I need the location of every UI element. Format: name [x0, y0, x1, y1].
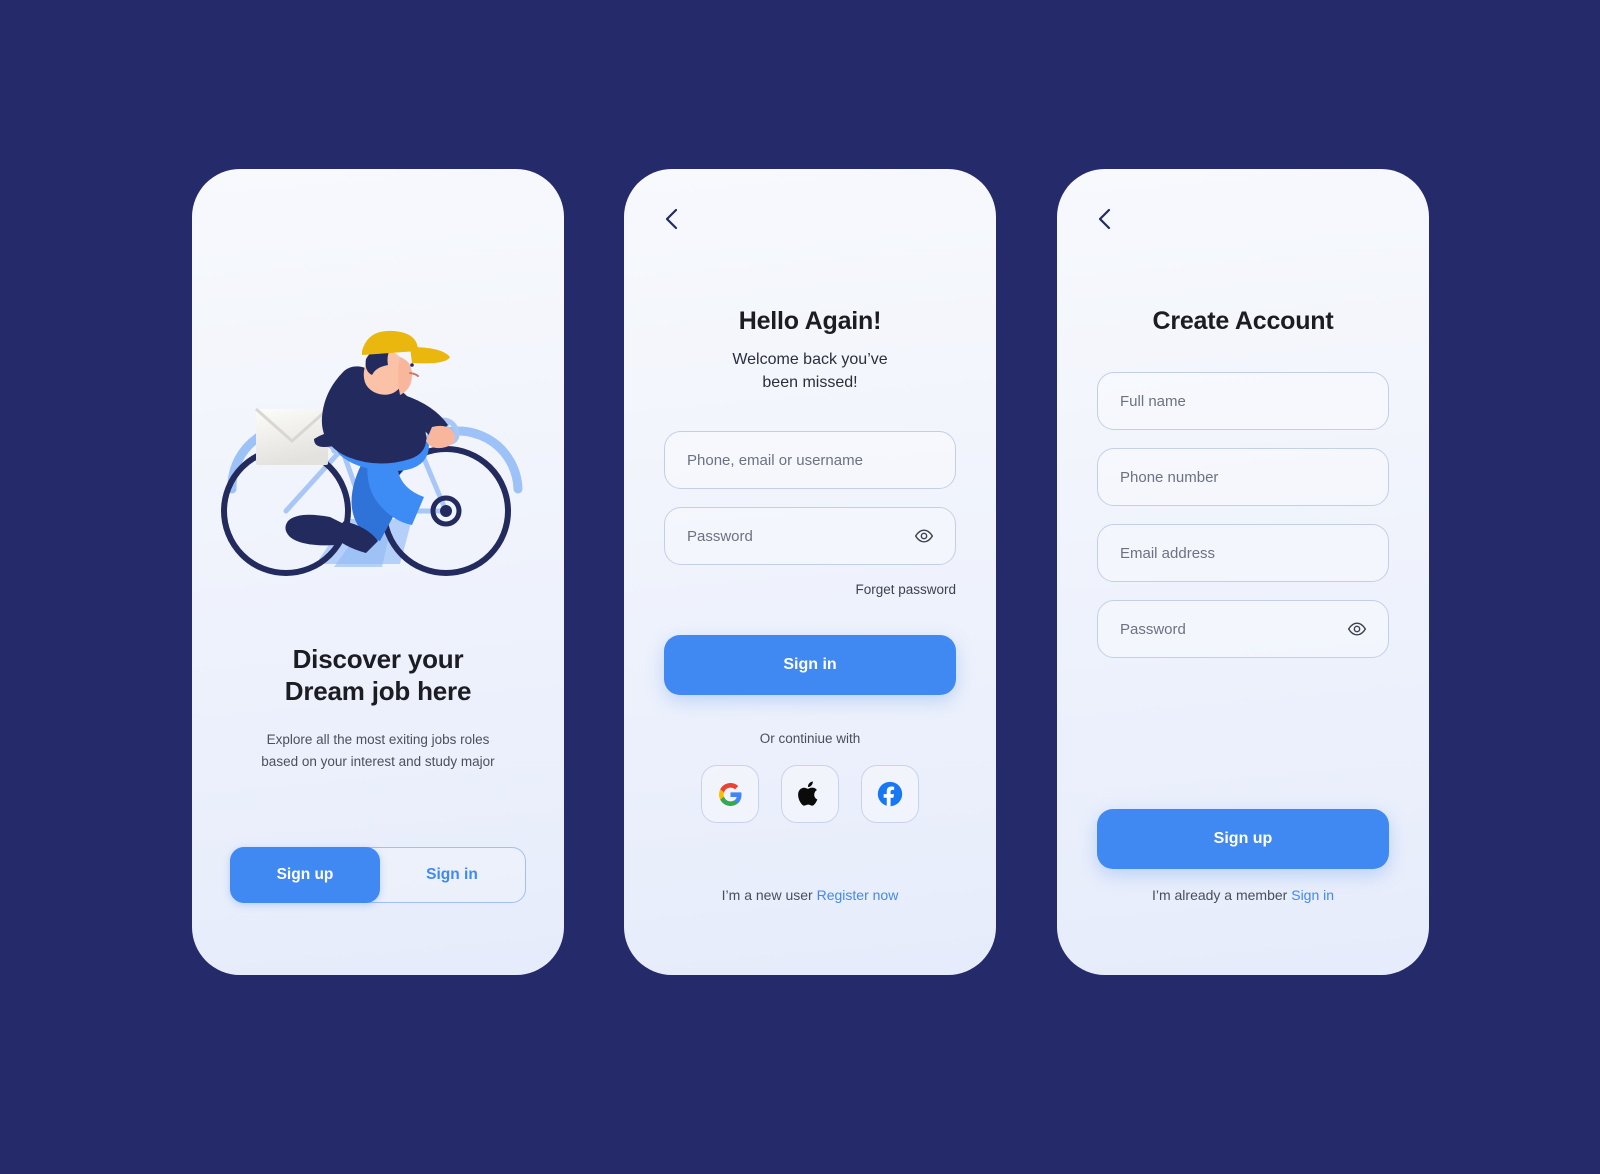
- signup-title: Create Account: [1152, 307, 1334, 335]
- google-icon: [718, 782, 741, 806]
- onboarding-title: Discover your Dream job here: [192, 644, 564, 707]
- google-login-button[interactable]: [701, 765, 759, 823]
- chevron-left-icon: [665, 208, 678, 230]
- password-input-signup[interactable]: Password: [1097, 600, 1389, 658]
- forget-password-link[interactable]: Forget password: [855, 582, 956, 597]
- onboarding-subtitle-line2: based on your interest and study major: [261, 753, 495, 769]
- facebook-icon: [877, 781, 903, 807]
- cyclist-illustration: [214, 299, 544, 589]
- back-button-signup[interactable]: [1087, 202, 1121, 236]
- chevron-left-icon: [1098, 208, 1111, 230]
- toggle-sign-in[interactable]: Sign in: [379, 847, 525, 903]
- email-address-placeholder: Email address: [1120, 544, 1216, 562]
- apple-icon: [798, 781, 818, 806]
- or-divider-label: Or continiue with: [759, 731, 861, 746]
- full-name-placeholder: Full name: [1120, 392, 1186, 410]
- social-login-row: [624, 765, 996, 823]
- onboarding-subtitle: Explore all the most exiting jobs roles …: [226, 729, 530, 773]
- sign-in-link[interactable]: Sign in: [1291, 887, 1334, 903]
- facebook-login-button[interactable]: [861, 765, 919, 823]
- eye-icon[interactable]: [913, 525, 935, 547]
- back-button-signin[interactable]: [654, 202, 688, 236]
- password-placeholder-signin: Password: [687, 527, 753, 545]
- signin-footer-text: I’m a new user: [721, 887, 813, 903]
- phone-create-account-screen: Create Account Full name Phone number Em…: [1057, 169, 1429, 975]
- onboarding-subtitle-line1: Explore all the most exiting jobs roles: [266, 732, 490, 747]
- signin-subtitle: Welcome back you’ve been missed!: [672, 349, 948, 394]
- signin-subtitle-line2: been missed!: [762, 373, 858, 391]
- phone-sign-in-screen: Hello Again! Welcome back you’ve been mi…: [624, 169, 996, 975]
- sign-in-button[interactable]: Sign in: [664, 635, 956, 695]
- register-now-link[interactable]: Register now: [817, 887, 899, 903]
- signin-subtitle-line1: Welcome back you’ve: [732, 351, 888, 368]
- sign-up-button[interactable]: Sign up: [1097, 809, 1389, 869]
- full-name-input[interactable]: Full name: [1097, 372, 1389, 430]
- auth-toggle: Sign in Sign up: [230, 847, 526, 903]
- signin-footer: I’m a new user Register now: [624, 887, 996, 903]
- phone-number-placeholder: Phone number: [1120, 468, 1219, 486]
- signin-title: Hello Again!: [738, 307, 882, 335]
- canvas: Discover your Dream job here Explore all…: [0, 0, 1600, 1174]
- signup-footer-text: I’m already a member: [1151, 887, 1288, 903]
- eye-icon[interactable]: [1346, 618, 1368, 640]
- onboarding-title-line1: Discover your: [292, 644, 464, 674]
- identifier-input[interactable]: Phone, email or username: [664, 431, 956, 489]
- signup-footer: I’m already a member Sign in: [1057, 887, 1429, 903]
- phone-number-input[interactable]: Phone number: [1097, 448, 1389, 506]
- onboarding-title-line2: Dream job here: [284, 675, 472, 706]
- identifier-placeholder: Phone, email or username: [687, 451, 863, 469]
- phone-onboarding-screen: Discover your Dream job here Explore all…: [192, 169, 564, 975]
- password-input-signin[interactable]: Password: [664, 507, 956, 565]
- toggle-sign-up[interactable]: Sign up: [230, 847, 380, 903]
- password-placeholder-signup: Password: [1120, 620, 1186, 638]
- email-address-input[interactable]: Email address: [1097, 524, 1389, 582]
- apple-login-button[interactable]: [781, 765, 839, 823]
